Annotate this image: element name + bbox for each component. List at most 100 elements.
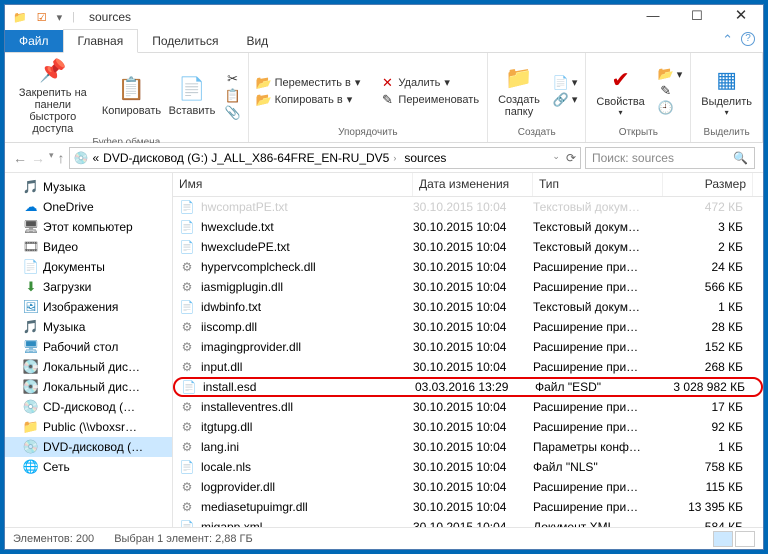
tree-item[interactable]: 💿DVD-дисковод (… bbox=[5, 437, 172, 457]
refresh-icon[interactable]: ⟳ bbox=[566, 151, 576, 165]
collapse-ribbon-icon[interactable]: ⌃ bbox=[722, 32, 733, 48]
file-icon: 📄 bbox=[179, 299, 195, 315]
file-row[interactable]: ⚙hypervcomplcheck.dll30.10.2015 10:04Рас… bbox=[173, 257, 763, 277]
tree-item[interactable]: 📁Public (\\vboxsr… bbox=[5, 417, 172, 437]
file-row[interactable]: ⚙imagingprovider.dll30.10.2015 10:04Расш… bbox=[173, 337, 763, 357]
tree-item[interactable]: ☁OneDrive bbox=[5, 197, 172, 217]
file-date: 30.10.2015 10:04 bbox=[413, 300, 533, 314]
file-row[interactable]: 📄hwexclude.txt30.10.2015 10:04Текстовый … bbox=[173, 217, 763, 237]
new-folder-button[interactable]: 📁Создать папку bbox=[492, 62, 546, 120]
file-row[interactable]: ⚙itgtupg.dll30.10.2015 10:04Расширение п… bbox=[173, 417, 763, 437]
file-name: lang.ini bbox=[201, 440, 239, 454]
tree-item[interactable]: 💽Локальный дис… bbox=[5, 377, 172, 397]
pin-button[interactable]: 📌Закрепить на панели быстрого доступа bbox=[9, 55, 97, 137]
tree-item-label: Этот компьютер bbox=[43, 220, 133, 234]
history-icon[interactable]: 🕘 bbox=[655, 100, 687, 116]
select-button[interactable]: ▦Выделить▾ bbox=[695, 64, 758, 119]
nav-tree[interactable]: 🎵Музыка☁OneDrive🖥Этот компьютер🎞Видео📄До… bbox=[5, 173, 173, 527]
file-row[interactable]: ⚙installeventres.dll30.10.2015 10:04Расш… bbox=[173, 397, 763, 417]
minimize-button[interactable]: — bbox=[631, 5, 675, 29]
tree-item-icon: 📄 bbox=[23, 259, 39, 275]
file-row[interactable]: ⚙input.dll30.10.2015 10:04Расширение при… bbox=[173, 357, 763, 377]
tree-item-label: Public (\\vboxsr… bbox=[43, 420, 137, 434]
tree-item-label: Видео bbox=[43, 240, 78, 254]
file-type: Расширение при… bbox=[533, 280, 663, 294]
cut-icon[interactable]: ✂ bbox=[222, 71, 244, 87]
file-size: 566 КБ bbox=[663, 280, 753, 294]
view-details-icon[interactable] bbox=[713, 531, 733, 547]
new-item-icon[interactable]: 📄▾ bbox=[550, 75, 582, 91]
file-row[interactable]: 📄hwcompatPE.txt30.10.2015 10:04Текстовый… bbox=[173, 197, 763, 217]
file-type: Файл "ESD" bbox=[535, 380, 665, 394]
file-icon: ⚙ bbox=[179, 499, 195, 515]
paste-button[interactable]: 📄Вставить bbox=[166, 73, 217, 119]
copy-button[interactable]: 📋Копировать bbox=[101, 73, 163, 119]
up-button[interactable]: ↑ bbox=[58, 150, 65, 166]
column-headers[interactable]: Имя Дата изменения Тип Размер bbox=[173, 173, 763, 197]
tree-item-icon: 🎵 bbox=[23, 319, 39, 335]
tab-file[interactable]: Файл bbox=[5, 30, 63, 52]
qat-dropdown-icon[interactable]: ▾ bbox=[57, 11, 63, 24]
tree-item-label: OneDrive bbox=[43, 200, 94, 214]
file-row[interactable]: 📄idwbinfo.txt30.10.2015 10:04Текстовый д… bbox=[173, 297, 763, 317]
file-date: 03.03.2016 13:29 bbox=[415, 380, 535, 394]
forward-button[interactable]: → bbox=[31, 150, 45, 166]
file-type: Расширение при… bbox=[533, 320, 663, 334]
tree-item[interactable]: 🖥 Этот компьютер bbox=[5, 217, 172, 237]
file-row[interactable]: ⚙iasmigplugin.dll30.10.2015 10:04Расшире… bbox=[173, 277, 763, 297]
tree-item-label: Изображения bbox=[43, 300, 118, 314]
search-box[interactable]: Поиск: sources 🔍 bbox=[585, 147, 755, 169]
move-to-button[interactable]: 📂Переместить в ▾ bbox=[253, 75, 365, 91]
titlebar: 📁 ☑ ▾ | sources — ☐ ✕ bbox=[5, 5, 763, 29]
tree-item[interactable]: ⬇Загрузки bbox=[5, 277, 172, 297]
view-icons-icon[interactable] bbox=[735, 531, 755, 547]
file-row[interactable]: 📄install.esd03.03.2016 13:29Файл "ESD"3 … bbox=[173, 377, 763, 397]
file-row[interactable]: ⚙mediasetupuimgr.dll30.10.2015 10:04Расш… bbox=[173, 497, 763, 517]
rename-button[interactable]: ✎Переименовать bbox=[376, 92, 483, 108]
delete-button[interactable]: ✕Удалить ▾ bbox=[376, 75, 483, 91]
close-button[interactable]: ✕ bbox=[719, 5, 763, 29]
tab-share[interactable]: Поделиться bbox=[138, 30, 232, 52]
file-row[interactable]: ⚙iiscomp.dll30.10.2015 10:04Расширение п… bbox=[173, 317, 763, 337]
tree-item-icon: 🖥 bbox=[23, 219, 39, 235]
maximize-button[interactable]: ☐ bbox=[675, 5, 719, 29]
file-type: Параметры конф… bbox=[533, 440, 663, 454]
file-row[interactable]: ⚙logprovider.dll30.10.2015 10:04Расширен… bbox=[173, 477, 763, 497]
back-button[interactable]: ← bbox=[13, 150, 27, 166]
tab-view[interactable]: Вид bbox=[232, 30, 282, 52]
tree-item[interactable]: 💽Локальный дис… bbox=[5, 357, 172, 377]
tree-item[interactable]: 💿CD-дисковод (… bbox=[5, 397, 172, 417]
tab-home[interactable]: Главная bbox=[63, 29, 139, 53]
file-date: 30.10.2015 10:04 bbox=[413, 400, 533, 414]
copy-path-icon[interactable]: 📋 bbox=[222, 88, 244, 104]
check-icon[interactable]: ☑ bbox=[37, 11, 47, 24]
tree-item[interactable]: 🖥Рабочий стол bbox=[5, 337, 172, 357]
tree-item[interactable]: 🎞Видео bbox=[5, 237, 172, 257]
bc-dropdown-icon[interactable]: ⌄ bbox=[552, 151, 560, 165]
tree-item[interactable]: 🎵 Музыка bbox=[5, 317, 172, 337]
tree-item[interactable]: 🖼Изображения bbox=[5, 297, 172, 317]
tree-item[interactable]: 🎵Музыка bbox=[5, 177, 172, 197]
file-row[interactable]: 📄migapp.xml30.10.2015 10:04Документ XML5… bbox=[173, 517, 763, 527]
file-size: 2 КБ bbox=[663, 240, 753, 254]
file-row[interactable]: ⚙lang.ini30.10.2015 10:04Параметры конф…… bbox=[173, 437, 763, 457]
tree-item-label: Музыка bbox=[43, 320, 85, 334]
easy-access-icon[interactable]: 🔗▾ bbox=[550, 92, 582, 108]
tree-item-label: Сеть bbox=[43, 460, 70, 474]
file-date: 30.10.2015 10:04 bbox=[413, 340, 533, 354]
file-row[interactable]: 📄hwexcludePE.txt30.10.2015 10:04Текстовы… bbox=[173, 237, 763, 257]
tree-item[interactable]: 📄Документы bbox=[5, 257, 172, 277]
open-icon[interactable]: 📂▾ bbox=[655, 66, 687, 82]
file-row[interactable]: 📄locale.nls30.10.2015 10:04Файл "NLS"758… bbox=[173, 457, 763, 477]
tree-item[interactable]: 🌐Сеть bbox=[5, 457, 172, 477]
edit-icon[interactable]: ✎ bbox=[655, 83, 687, 99]
recent-dropdown[interactable]: ▾ bbox=[49, 150, 54, 166]
help-icon[interactable]: ? bbox=[741, 32, 755, 46]
copy-to-button[interactable]: 📂Копировать в ▾ bbox=[253, 92, 365, 108]
breadcrumb[interactable]: 💿 « DVD-дисковод (G:) J_ALL_X86-64FRE_EN… bbox=[69, 147, 581, 169]
paste-shortcut-icon[interactable]: 📎 bbox=[222, 105, 244, 121]
file-type: Текстовый докум… bbox=[533, 300, 663, 314]
ribbon-tabs: Файл Главная Поделиться Вид ⌃ ? bbox=[5, 29, 763, 53]
tree-item-icon: 💿 bbox=[23, 399, 39, 415]
properties-button[interactable]: ✔Свойства▾ bbox=[590, 64, 650, 119]
